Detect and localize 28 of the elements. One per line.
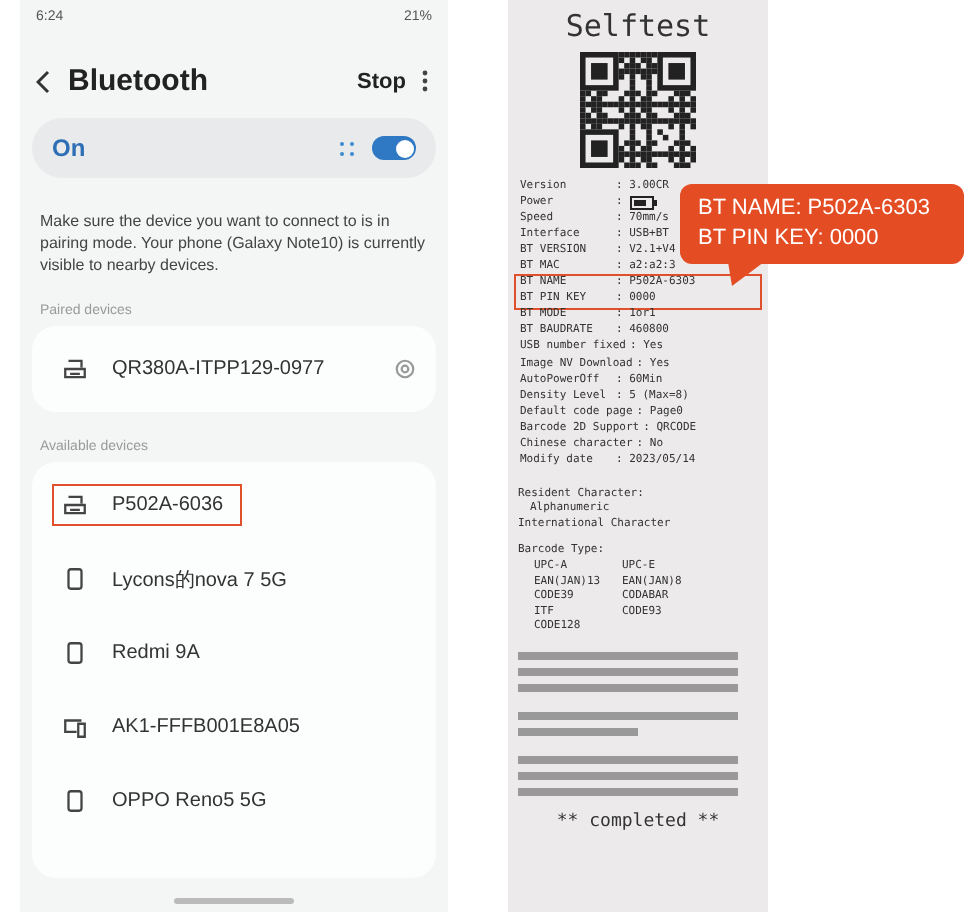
device-item[interactable]: QR380A-ITPP129-0977 [52,348,343,390]
back-icon[interactable] [36,69,52,93]
callout-text: BT PIN KEY: 0000 [698,224,881,254]
bluetooth-toggle[interactable] [372,136,416,160]
phone-icon [62,566,88,592]
stop-button[interactable]: Stop [357,69,406,93]
bluetooth-state: On [52,134,88,162]
device-item[interactable]: P502A-6036 [52,484,242,526]
home-handle [174,898,294,904]
receipt-title: Selftest [565,8,711,44]
devices-icon [62,714,88,740]
device-item[interactable]: Redmi 9A [52,632,218,674]
more-icon[interactable] [422,70,428,92]
callout-text: BT NAME: P502A-6303 [698,194,932,224]
receipt-footer: ** completed ** [556,812,720,833]
pairing-description: Make sure the device you want to connect to is in pairing mode. Your phone (Galaxy Note10) is currently visible to nearby devices. [40,210,428,276]
settings-icon[interactable] [394,358,416,380]
printer-icon [62,356,88,382]
scanning-icon [338,139,356,157]
device-item[interactable]: AK1-FFFB001E8A05 [52,706,318,748]
device-item[interactable]: Lycons的nova 7 5G [52,557,305,601]
phone-icon [62,640,88,666]
phone-icon [62,788,88,814]
printer-icon [62,492,88,518]
battery-icon [630,195,659,210]
page-title: Bluetooth [68,64,210,98]
qr-code-icon [580,52,696,168]
device-item[interactable]: OPPO Reno5 5G [52,780,285,822]
